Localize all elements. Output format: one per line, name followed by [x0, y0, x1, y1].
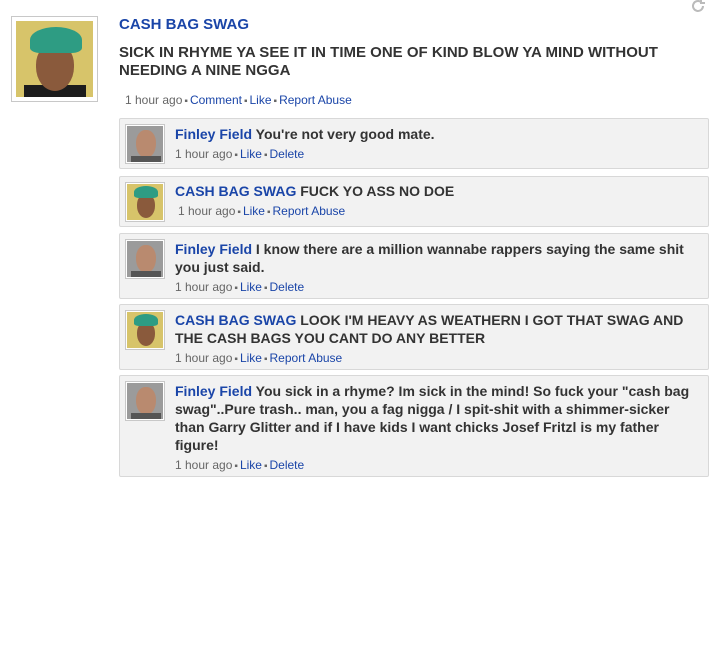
comment-item: Finley Field You sick in a rhyme? Im sic… — [119, 375, 709, 477]
report-abuse-link[interactable]: Report Abuse — [279, 93, 352, 107]
comment-text: I know there are a million wannabe rappe… — [175, 241, 684, 275]
comment-like-link[interactable]: Like — [240, 458, 262, 472]
post-author-avatar[interactable] — [11, 16, 98, 102]
comment-item: Finley Field You're not very good mate. … — [119, 118, 709, 169]
post-text: SICK IN RHYME YA SEE IT IN TIME ONE OF K… — [119, 44, 658, 79]
comment-time: 1 hour ago — [175, 351, 233, 365]
comment-link[interactable]: Comment — [190, 93, 242, 107]
comment-meta: 1 hour ago ▪ Like ▪ Delete — [175, 147, 305, 161]
comment-like-link[interactable]: Like — [240, 280, 262, 294]
comment-author[interactable]: CASH BAG SWAG — [175, 183, 296, 199]
post-author-name[interactable]: CASH BAG SWAG — [119, 16, 249, 33]
comment-like-link[interactable]: Like — [240, 351, 262, 365]
post-meta: 1 hour ago ▪ Comment ▪ Like ▪ Report Abuse — [125, 93, 352, 107]
comment-report-abuse-link[interactable]: Report Abuse — [273, 204, 346, 218]
commenter-avatar[interactable] — [125, 239, 165, 279]
comment-meta: 1 hour ago ▪ Like ▪ Report Abuse — [178, 204, 346, 218]
refresh-icon[interactable] — [690, 0, 706, 14]
commenter-avatar[interactable] — [125, 310, 165, 350]
comment-author[interactable]: Finley Field — [175, 126, 252, 142]
comment-like-link[interactable]: Like — [240, 147, 262, 161]
separator: ▪ — [184, 96, 188, 107]
comment-author[interactable]: CASH BAG SWAG — [175, 312, 296, 328]
comment-author[interactable]: Finley Field — [175, 383, 252, 399]
commenter-avatar[interactable] — [125, 381, 165, 421]
comment-item: CASH BAG SWAG LOOK I'M HEAVY AS WEATHERN… — [119, 304, 709, 370]
commenter-avatar[interactable] — [125, 124, 165, 164]
comment-time: 1 hour ago — [178, 204, 236, 218]
comment-meta: 1 hour ago ▪ Like ▪ Delete — [175, 280, 305, 294]
comment-item: CASH BAG SWAG FUCK YO ASS NO DOE 1 hour … — [119, 176, 709, 227]
post-time: 1 hour ago — [125, 93, 183, 107]
comment-meta: 1 hour ago ▪ Like ▪ Delete — [175, 458, 305, 472]
commenter-avatar[interactable] — [125, 182, 165, 222]
comment-like-link[interactable]: Like — [243, 204, 265, 218]
comment-text: You're not very good mate. — [255, 126, 435, 142]
comment-meta: 1 hour ago ▪ Like ▪ Report Abuse — [175, 351, 343, 365]
comment-time: 1 hour ago — [175, 458, 233, 472]
comment-delete-link[interactable]: Delete — [270, 147, 305, 161]
comment-item: Finley Field I know there are a million … — [119, 233, 709, 299]
comment-text: FUCK YO ASS NO DOE — [300, 183, 455, 199]
comment-text: You sick in a rhyme? Im sick in the mind… — [175, 383, 690, 453]
comment-delete-link[interactable]: Delete — [270, 458, 305, 472]
comment-time: 1 hour ago — [175, 280, 233, 294]
comment-time: 1 hour ago — [175, 147, 233, 161]
comment-report-abuse-link[interactable]: Report Abuse — [270, 351, 343, 365]
comment-delete-link[interactable]: Delete — [270, 280, 305, 294]
comment-author[interactable]: Finley Field — [175, 241, 252, 257]
like-link[interactable]: Like — [250, 93, 272, 107]
